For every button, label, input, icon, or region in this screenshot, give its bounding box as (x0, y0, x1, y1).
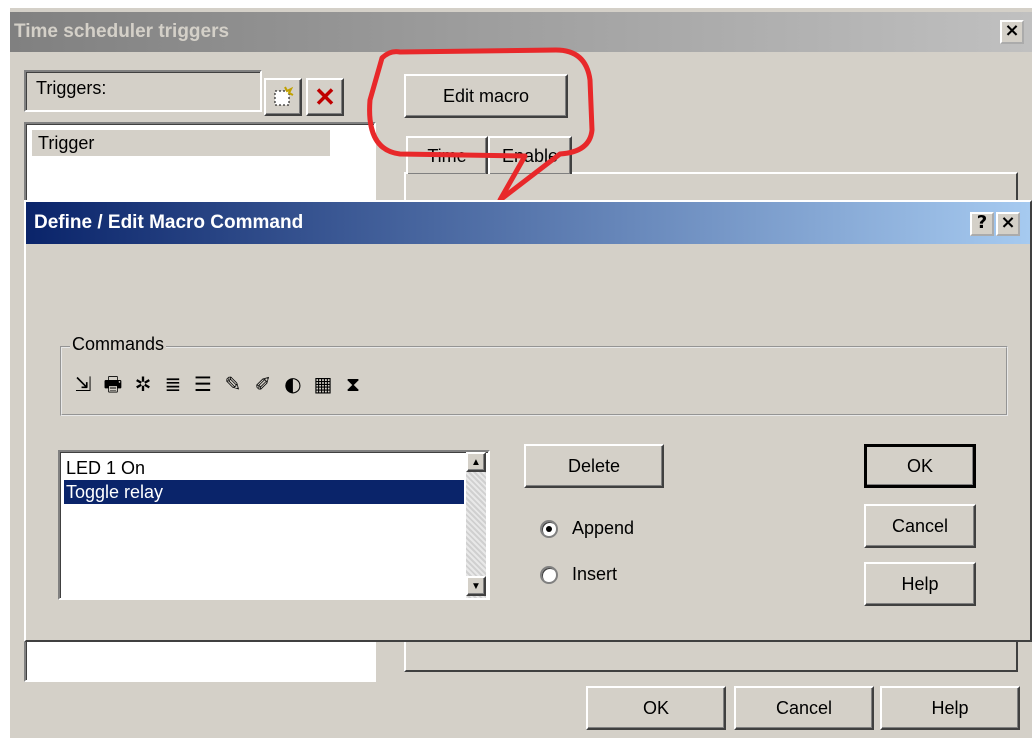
scroll-down-button[interactable]: ▼ (466, 576, 486, 596)
new-trigger-button[interactable] (264, 78, 302, 116)
inner-ok-label: OK (906, 455, 933, 476)
outer-cancel-label: Cancel (775, 697, 833, 718)
form-icon[interactable]: ☰ (192, 372, 214, 396)
callout-bubble (367, 47, 595, 203)
display-icon[interactable]: ▦ (312, 372, 334, 396)
inner-close-button[interactable]: × (996, 212, 1020, 236)
delete-button[interactable]: Delete (524, 444, 664, 488)
outer-ok-label: OK (642, 697, 669, 718)
callout-annotation (367, 47, 595, 203)
outer-cancel-button[interactable]: Cancel (734, 686, 874, 730)
import-icon[interactable]: ⇲ (72, 372, 94, 396)
inner-ok-button[interactable]: OK (864, 444, 976, 488)
insert-label: Insert (572, 564, 618, 584)
relay-icon[interactable]: ✎ (222, 372, 244, 396)
inner-title: Define / Edit Macro Command (34, 212, 304, 233)
outer-help-label: Help (931, 697, 969, 718)
delete-label: Delete (567, 455, 621, 476)
toggle-relay-icon[interactable]: ✐ (252, 372, 274, 396)
inner-cancel-label: Cancel (891, 515, 949, 536)
command-toolbar: ⇲ 🖶 ✲ ≣ ☰ ✎ ✐ ◐ ▦ ⧗ (72, 372, 364, 396)
macro-list-item[interactable]: Toggle relay (64, 480, 464, 504)
triggers-label-box: Triggers: (24, 70, 262, 112)
delete-icon: ✕ (314, 81, 336, 112)
append-radio[interactable] (540, 520, 558, 538)
inner-help-text-button[interactable]: Help (864, 562, 976, 606)
outer-help-button[interactable]: Help (880, 686, 1020, 730)
scroll-up-button[interactable]: ▲ (466, 452, 486, 472)
append-label: Append (572, 518, 635, 538)
inner-help-label: Help (901, 573, 939, 594)
outer-title: Time scheduler triggers (14, 21, 230, 42)
led-icon[interactable]: ✲ (132, 372, 154, 396)
macro-list-scrollbar[interactable]: ▲ ▼ (466, 452, 486, 598)
trigger-item[interactable]: Trigger (32, 130, 330, 156)
macro-list-item[interactable]: LED 1 On (64, 456, 464, 480)
inner-cancel-button[interactable]: Cancel (864, 504, 976, 548)
insert-radio[interactable] (540, 566, 558, 584)
close-icon: × (1000, 212, 1016, 233)
inner-title-bar: Define / Edit Macro Command (26, 202, 1030, 244)
sound-icon[interactable]: ◐ (282, 372, 304, 396)
macro-list[interactable]: LED 1 On Toggle relay ▲ ▼ (58, 450, 490, 600)
inner-help-button[interactable]: ? (970, 212, 994, 236)
help-icon: ? (976, 212, 988, 233)
close-icon: × (1004, 20, 1020, 41)
triggers-label: Triggers: (36, 78, 107, 98)
delete-trigger-button[interactable]: ✕ (306, 78, 344, 116)
new-icon (274, 86, 294, 106)
commands-label: Commands (70, 334, 167, 355)
hourglass-icon[interactable]: ⧗ (342, 372, 364, 396)
list-icon[interactable]: ≣ (162, 372, 184, 396)
outer-close-button[interactable]: × (1000, 20, 1024, 44)
print-icon[interactable]: 🖶 (102, 372, 124, 396)
outer-ok-button[interactable]: OK (586, 686, 726, 730)
